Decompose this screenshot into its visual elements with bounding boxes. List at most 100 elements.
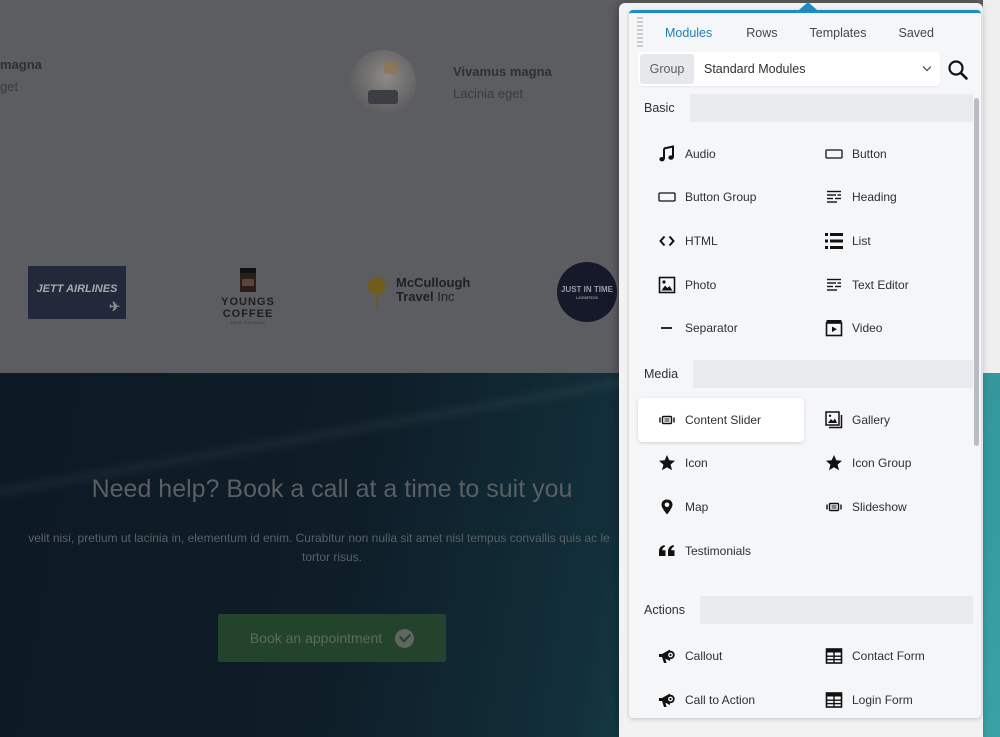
module-icon-group[interactable]: Icon Group	[805, 442, 972, 486]
module-map[interactable]: Map	[638, 485, 805, 529]
slider-icon	[658, 411, 676, 429]
module-icon[interactable]: Icon	[638, 442, 805, 486]
panel-header: Modules Rows Templates Saved Group Stand…	[629, 13, 981, 97]
gallery-icon	[825, 411, 843, 429]
logo-jett-airlines: JETT AIRLINES ✈	[28, 266, 126, 319]
music-note-icon	[658, 145, 676, 163]
tab-rows[interactable]: Rows	[728, 25, 793, 41]
plane-icon: ✈	[109, 299, 120, 314]
module-label: Separator	[685, 321, 738, 336]
module-slideshow[interactable]: Slideshow	[805, 485, 972, 529]
testimonial-name: Vivamus magna	[453, 64, 552, 79]
module-heading[interactable]: Heading	[805, 176, 972, 220]
module-testimonials[interactable]: Testimonials	[638, 529, 805, 573]
logo-text: JUST IN TIME	[560, 284, 613, 294]
tab-saved[interactable]: Saved	[883, 25, 950, 41]
tab-templates[interactable]: Templates	[794, 25, 883, 41]
heading-icon	[825, 188, 843, 206]
megaphone-icon	[658, 647, 676, 665]
module-call-to-action[interactable]: Call to Action	[638, 678, 805, 718]
separator-icon	[658, 319, 676, 337]
section-header: Basic	[629, 94, 973, 122]
module-label: Content Slider	[685, 412, 762, 427]
slider-icon	[825, 498, 843, 516]
section-header: Media	[629, 359, 973, 388]
module-contact-form[interactable]: Contact Form	[805, 634, 972, 678]
star-icon	[825, 454, 843, 472]
drag-handle-icon[interactable]	[637, 17, 643, 47]
logo-just-in-time: JUST IN TIME LOGISTICS	[557, 262, 617, 322]
module-grid: Audio Button Button Group Heading HTML List Ph…	[629, 122, 973, 360]
module-video[interactable]: Video	[805, 306, 972, 350]
page-edge	[983, 0, 1000, 373]
module-content-slider[interactable]: Content Slider	[638, 397, 804, 442]
module-photo[interactable]: Photo	[638, 263, 805, 307]
scrollbar-thumb[interactable]	[974, 98, 979, 446]
module-audio[interactable]: Audio	[638, 132, 805, 176]
group-label: Group	[640, 54, 694, 84]
section-title: Actions	[629, 596, 700, 625]
module-html[interactable]: HTML	[638, 219, 805, 263]
megaphone-icon	[658, 691, 676, 709]
text-editor-icon	[825, 276, 843, 294]
scrollbar[interactable]	[973, 94, 981, 718]
testimonial-subtitle: get	[0, 79, 19, 94]
code-icon	[658, 232, 676, 250]
chevron-down-icon	[922, 62, 932, 72]
client-logos: JETT AIRLINES ✈ YOUNGS COFFEE 100% ORGAN…	[0, 260, 620, 330]
avatar	[350, 50, 416, 116]
logo-subtext: 100% ORGANIC	[229, 320, 266, 325]
module-gallery[interactable]: Gallery	[805, 398, 972, 442]
cta-body: velit nisi, pretium ut lacinia in, eleme…	[0, 529, 664, 567]
module-grid: Content Slider Gallery Icon Icon Group Map Sl…	[629, 388, 973, 596]
module-section-media: Media Content Slider Gallery Icon Icon Group…	[629, 359, 973, 596]
logo-subtext: LOGISTICS	[576, 294, 598, 300]
module-label: Video	[852, 321, 883, 336]
module-callout[interactable]: Callout	[638, 634, 805, 678]
module-login-form[interactable]: Login Form	[805, 678, 972, 718]
testimonial-subtitle: Lacinia eget	[453, 86, 524, 101]
content-panel: Modules Rows Templates Saved Group Stand…	[629, 10, 981, 718]
cta-body-line: velit nisi, pretium ut lacinia in, eleme…	[28, 531, 610, 545]
map-pin-icon	[658, 498, 676, 516]
module-button-group[interactable]: Button Group	[638, 176, 805, 220]
module-label: Button Group	[685, 190, 757, 205]
quote-icon	[658, 542, 676, 560]
module-label: Audio	[685, 146, 716, 161]
search-icon[interactable]	[947, 59, 969, 81]
group-filter: Group Standard Modules	[638, 52, 940, 86]
button-group-icon	[658, 188, 676, 206]
logo-text: McCullough	[396, 275, 471, 290]
module-label: Login Form	[852, 692, 913, 707]
list-icon	[825, 232, 843, 250]
module-section-actions: Actions Callout Contact Form Call to Action…	[629, 596, 973, 718]
module-list: Basic Audio Button Button Group Heading HTML L…	[629, 94, 973, 718]
form-table-icon	[825, 647, 843, 665]
panel-pointer	[799, 2, 817, 10]
module-label: Call to Action	[685, 692, 756, 707]
module-label: Heading	[852, 190, 897, 205]
module-list[interactable]: List	[805, 219, 972, 263]
group-select[interactable]: Standard Modules	[694, 54, 940, 84]
tab-modules[interactable]: Modules	[651, 25, 728, 41]
module-text-editor[interactable]: Text Editor	[805, 263, 972, 307]
module-label: Callout	[685, 649, 723, 664]
module-button[interactable]: Button	[805, 132, 972, 176]
check-circle-icon	[395, 628, 415, 648]
logo-text: YOUNGS COFFEE	[221, 296, 275, 320]
testimonial-name: magna	[0, 57, 42, 72]
module-label: Photo	[685, 277, 717, 292]
logo-text: JETT AIRLINES	[36, 282, 118, 295]
section-header: Actions	[629, 596, 973, 625]
module-label: Gallery	[852, 412, 891, 427]
form-table-icon	[825, 691, 843, 709]
testimonial: magna get	[0, 56, 42, 96]
module-label: Contact Form	[852, 649, 925, 664]
module-separator[interactable]: Separator	[638, 306, 805, 350]
module-label: Icon	[685, 456, 708, 471]
module-label: Testimonials	[685, 543, 752, 558]
testimonial: Vivamus magna Lacinia eget	[350, 50, 552, 116]
module-label: Text Editor	[852, 277, 909, 292]
panel-tabs: Modules Rows Templates Saved	[651, 25, 950, 41]
book-appointment-button[interactable]: Book an appointment	[218, 614, 446, 662]
